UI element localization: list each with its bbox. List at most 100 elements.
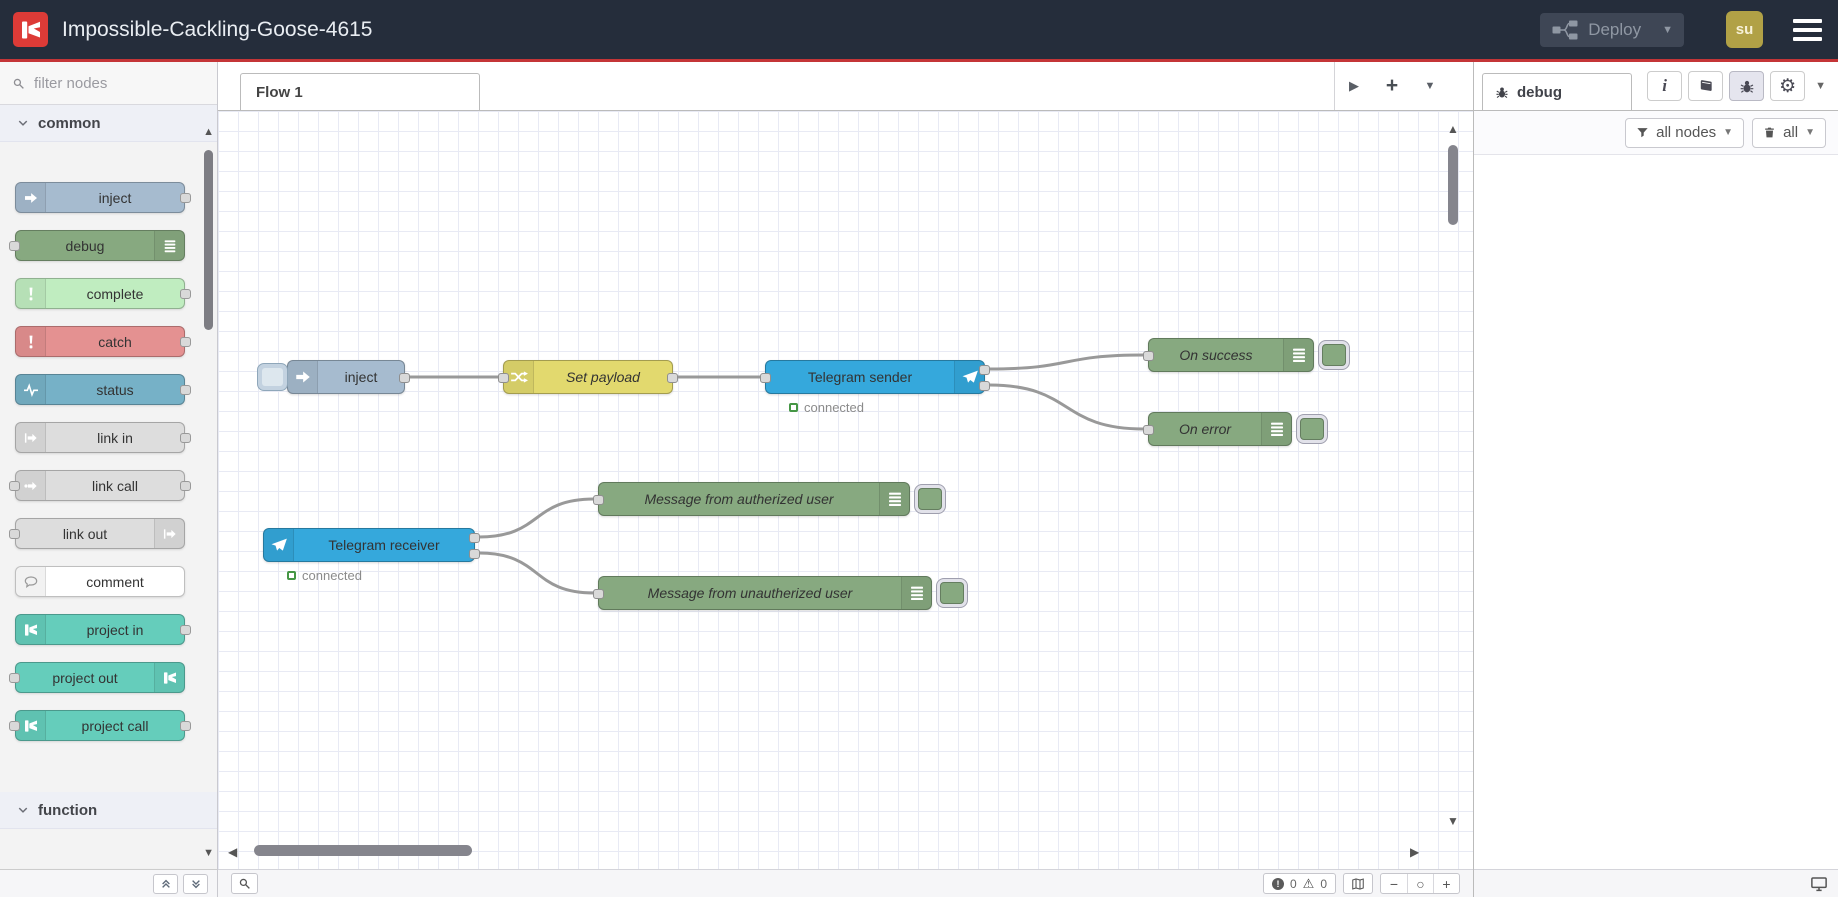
palette-node-link-out[interactable]: link out <box>9 518 185 549</box>
canvas-scroll-up-icon[interactable]: ▲ <box>1447 123 1459 135</box>
link-call-icon <box>23 478 39 494</box>
flow-list-caret[interactable]: ▼ <box>1411 80 1449 92</box>
navigator-button[interactable] <box>1343 873 1373 894</box>
palette-scroll-up-icon[interactable]: ▲ <box>203 127 214 138</box>
palette-node-catch[interactable]: catch <box>15 326 191 357</box>
add-flow-button[interactable]: + <box>1373 74 1411 98</box>
canvas-scroll-right-icon[interactable]: ▶ <box>1410 846 1419 858</box>
chevron-down-icon <box>17 804 29 816</box>
palette-node-link-call[interactable]: link call <box>9 470 191 501</box>
palette-node-complete[interactable]: complete <box>15 278 191 309</box>
palette-node-input-port <box>9 481 20 491</box>
debug-toggle-button[interactable] <box>1318 340 1350 370</box>
palette-node-output-port <box>180 481 191 491</box>
node-port-in[interactable] <box>1143 425 1154 435</box>
palette-scrollbar-thumb[interactable] <box>204 150 213 330</box>
node-port-out[interactable] <box>469 533 480 543</box>
list-icon <box>1283 339 1313 371</box>
palette-node-debug[interactable]: debug <box>9 230 185 261</box>
config-panel-button[interactable]: ⚙ <box>1770 71 1806 101</box>
link-out-icon <box>162 526 178 542</box>
canvas-scroll-left-icon[interactable]: ◀ <box>228 846 237 858</box>
canvas-scroll-down-icon[interactable]: ▼ <box>1447 815 1459 827</box>
palette-node-inject[interactable]: inject <box>15 182 191 213</box>
palette-category-body-function: ƒfunction <box>0 829 217 869</box>
flow-node-msg-auth[interactable]: Message from autherized user <box>593 482 910 516</box>
bug-icon <box>1495 85 1509 99</box>
node-port-out[interactable] <box>399 373 410 383</box>
node-port-in[interactable] <box>760 373 771 383</box>
palette-category-header-function[interactable]: function <box>0 792 217 829</box>
palette-footer <box>0 869 217 897</box>
debug-filter-button[interactable]: all nodes ▼ <box>1625 117 1745 148</box>
node-port-in[interactable] <box>1143 351 1154 361</box>
page-title: Impossible-Cackling-Goose-4615 <box>62 17 373 41</box>
list-icon <box>901 577 931 609</box>
palette-filter-input[interactable] <box>32 73 182 93</box>
node-port-in[interactable] <box>593 589 604 599</box>
flow-canvas[interactable]: ▲ ▼ ◀ ▶ inject Set payload Telegram sender… <box>218 111 1473 869</box>
node-port-out[interactable] <box>979 365 990 375</box>
help-panel-button[interactable] <box>1688 71 1724 101</box>
flow-node-on-error[interactable]: On error <box>1143 412 1292 446</box>
flow-node-msg-unauth[interactable]: Message from unautherized user <box>593 576 932 610</box>
node-port-out[interactable] <box>469 549 480 559</box>
wire[interactable] <box>987 353 1146 371</box>
main-menu-button[interactable] <box>1793 18 1822 41</box>
palette-node-status[interactable]: status <box>15 374 191 405</box>
canvas-vscroll-thumb[interactable] <box>1448 145 1458 225</box>
palette-node-project-out[interactable]: project out <box>9 662 185 693</box>
sidebar-buttons: i ⚙ <box>1647 71 1806 101</box>
zoom-reset-button[interactable]: ○ <box>1407 874 1433 893</box>
wire[interactable] <box>477 551 596 595</box>
deploy-button[interactable]: Deploy ▼ <box>1540 12 1684 47</box>
monitor-icon[interactable] <box>1810 875 1828 893</box>
debug-toggle-button[interactable] <box>914 484 946 514</box>
zoom-out-button[interactable]: − <box>1381 874 1407 893</box>
palette-node-output-port <box>180 337 191 347</box>
collapse-categories-button[interactable] <box>153 873 178 894</box>
flow-node-telegram-receiver[interactable]: Telegram receiver <box>263 528 480 562</box>
node-port-in[interactable] <box>498 373 509 383</box>
palette-node-comment[interactable]: comment <box>15 566 185 597</box>
info-panel-button[interactable]: i <box>1647 71 1683 101</box>
palette-node-link-in[interactable]: link in <box>15 422 191 453</box>
inject-button[interactable] <box>257 363 288 391</box>
flow-node-inject[interactable]: inject <box>287 360 410 394</box>
debug-panel-button[interactable] <box>1729 71 1765 101</box>
expand-categories-button[interactable] <box>183 873 208 894</box>
debug-toolbar: all nodes ▼ all ▼ <box>1474 111 1838 155</box>
node-port-out[interactable] <box>667 373 678 383</box>
debug-toggle-button[interactable] <box>1296 414 1328 444</box>
wire[interactable] <box>477 497 596 539</box>
warning-icon: ⚠ <box>1302 876 1315 891</box>
next-tab-icon[interactable]: ▶ <box>1335 78 1373 94</box>
node-port-in[interactable] <box>593 495 604 505</box>
node-port-out[interactable] <box>979 381 990 391</box>
flow-node-on-success[interactable]: On success <box>1143 338 1314 372</box>
node-label: Telegram sender <box>807 369 913 385</box>
debug-toggle-button[interactable] <box>936 578 968 608</box>
exclamation-icon <box>16 279 46 308</box>
canvas-search-button[interactable] <box>231 873 258 894</box>
flow-node-telegram-sender[interactable]: Telegram sender <box>760 360 990 394</box>
deploy-options-caret[interactable]: ▼ <box>1651 24 1684 36</box>
zoom-in-button[interactable]: + <box>1433 874 1459 893</box>
comment-bubble-icon <box>16 567 46 596</box>
debug-clear-button[interactable]: all ▼ <box>1752 117 1826 148</box>
canvas-hscroll-thumb[interactable] <box>254 845 472 856</box>
debug-tab-label: debug <box>1517 83 1562 101</box>
palette-category-header-common[interactable]: common <box>0 105 217 142</box>
palette-node-project-in[interactable]: project in <box>15 614 191 645</box>
wire[interactable] <box>987 383 1146 431</box>
flow-node-set-payload[interactable]: Set payload <box>498 360 678 394</box>
notification-counts[interactable]: ! 0 ⚠ 0 <box>1262 873 1336 894</box>
tab-debug[interactable]: debug <box>1482 73 1632 110</box>
palette-scroll-down-icon[interactable]: ▼ <box>203 848 214 859</box>
sidebar-options-caret[interactable]: ▼ <box>1815 80 1826 92</box>
node-label: Message from unautherized user <box>647 585 853 601</box>
tab-flow-1[interactable]: Flow 1 <box>240 73 480 110</box>
palette-node-label: complete <box>86 285 144 302</box>
user-avatar[interactable]: su <box>1726 11 1763 48</box>
palette-node-project-call[interactable]: project call <box>9 710 191 741</box>
